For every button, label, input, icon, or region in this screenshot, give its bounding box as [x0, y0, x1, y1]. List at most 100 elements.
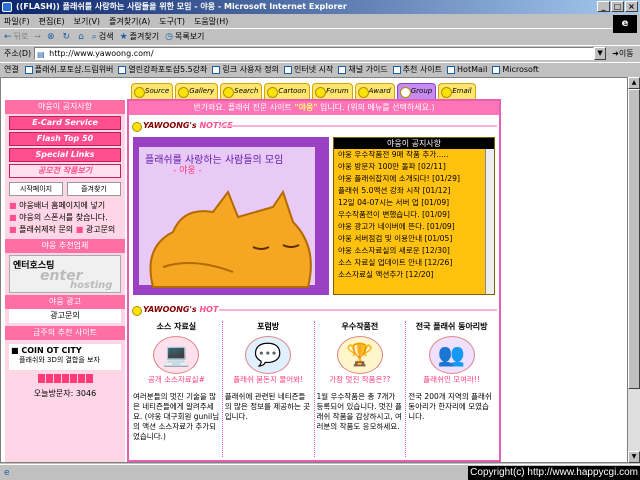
link-page-icon — [284, 65, 292, 74]
address-dropdown[interactable]: ▼ — [594, 47, 607, 60]
add-favorite-button[interactable]: 즐겨찾기 — [67, 182, 121, 196]
sponsor-link[interactable]: ■ 야웅의 스폰서를 찾습니다. — [5, 212, 125, 224]
hot-grid: 소스 자료실 💻 공개 소스자료실# 여러분들의 멋진 기술을 많은 네티즌들에… — [131, 321, 497, 457]
notice-item[interactable]: 12일 04-07시는 서버 업 [01/09] — [334, 197, 494, 209]
refresh-button[interactable]: ↻ — [63, 32, 73, 42]
menu-favorites[interactable]: 즐겨찾기(A) — [109, 16, 150, 27]
scroll-up-arrow[interactable]: ▲ — [628, 77, 640, 89]
link-item[interactable]: Microsoft — [492, 65, 539, 74]
tab-award[interactable]: Award — [354, 83, 395, 99]
search-button[interactable]: ⌕ 검색 — [92, 31, 114, 42]
hosting-banner[interactable]: 엔터호스팅 enter hosting — [9, 255, 121, 293]
minimize-button[interactable]: _ — [597, 1, 610, 12]
back-button[interactable]: ← 뒤로 — [4, 31, 28, 42]
notice-item[interactable]: 야웅 우수작품전 9매 작품 추가..... — [334, 149, 494, 161]
stop-button[interactable]: ⊗ — [47, 32, 57, 42]
favorites-button[interactable]: ★ 즐겨찾기 — [120, 31, 160, 42]
banner-link[interactable]: ■ 야웅배너 홈페이지에 넣기 — [5, 200, 125, 212]
vertical-scrollbar[interactable]: ▲ ▼ — [628, 77, 640, 463]
notice-scrollbar[interactable] — [485, 149, 494, 294]
window-title: ((FLASH)) 플래쉬를 사랑하는 사람들을 위한 모임 - 야웅 - Mi… — [16, 2, 347, 11]
notice-item[interactable]: 야웅 플래쉬잡지에 소개되다! [01/29] — [334, 173, 494, 185]
scroll-thumb[interactable] — [628, 89, 640, 389]
welcome-banner: 반가와요. 플래쉬 전문 사이트 "야웅" 입니다. (위의 메뉴를 선택하세요… — [129, 101, 499, 115]
tab-email[interactable]: Email — [438, 83, 476, 99]
visitor-count-text: 오늘방문자: 3046 — [33, 389, 97, 398]
tab-gallery[interactable]: Gallery — [175, 83, 219, 99]
bullet-icon: ■ — [9, 213, 20, 222]
notice-item[interactable]: 소스자료실 액션추가 [12/20] — [334, 269, 494, 281]
link-page-icon — [24, 65, 33, 74]
link-item[interactable]: 링크 사용자 정의 — [212, 64, 279, 75]
link-item[interactable]: 열린강좌포토샵5.5강좌 — [118, 64, 207, 75]
home-button[interactable]: ⌂ — [78, 32, 86, 42]
link-page-icon — [338, 65, 347, 74]
links-bar: 연결 플래쉬.포토샵.드림위버 열린강좌포토샵5.5강좌 링크 사용자 정의 인… — [0, 62, 640, 76]
address-input[interactable]: ▤ http://www.yawoong.com/ — [34, 47, 595, 60]
set-homepage-button[interactable]: 시작페이지 — [9, 182, 63, 196]
computer-icon: 💻 — [153, 336, 200, 374]
tab-forum[interactable]: Forum — [312, 83, 353, 99]
menubar: 파일(F) 편집(E) 보기(V) 즐겨찾기(A) 도구(T) 도움말(H) — [0, 14, 640, 28]
flash-top50-button[interactable]: Flash Top 50 — [9, 132, 121, 146]
notice-item[interactable]: 야웅 소스자료실의 새로운 [12/30] — [334, 245, 494, 257]
back-arrow-icon: ← — [4, 31, 12, 42]
menu-file[interactable]: 파일(F) — [4, 16, 30, 27]
right-blank-area — [503, 99, 627, 462]
notice-item[interactable]: 우수작품전이 변했습니다. [01/09] — [334, 209, 494, 221]
ad-inquiry-box[interactable]: 광고문의 — [9, 309, 121, 323]
notice-heading: 야웅이 공지사항 — [5, 100, 125, 114]
tab-cartoon[interactable]: Cartoon — [264, 83, 311, 99]
search-icon: ⌕ — [91, 31, 97, 42]
scroll-down-arrow[interactable]: ▼ — [628, 451, 640, 463]
art-caption-sub: - 야웅 - — [173, 166, 202, 176]
special-links-button[interactable]: Special Links — [9, 148, 121, 162]
link-item[interactable]: HotMail — [447, 65, 487, 74]
menu-tools[interactable]: 도구(T) — [159, 16, 185, 27]
copyright-text: Copyright(c) http://www.happycgi.com — [468, 466, 640, 480]
notice-item[interactable]: 야웅 방문자 100만 돌파 [02/11] — [334, 161, 494, 173]
tab-group[interactable]: Group — [396, 83, 437, 99]
ad-inquiry-link[interactable]: 광고문의 — [86, 225, 115, 234]
close-button[interactable]: × — [625, 1, 638, 12]
contest-button[interactable]: 공모전 작품보기 — [9, 164, 121, 178]
notice-item[interactable]: 야웅 광고가 네이버에 뜬다. [01/09] — [334, 221, 494, 233]
link-item[interactable]: 추천 사이트 — [392, 64, 442, 75]
notice-item[interactable]: 소스 자료실 업데이트 안내 [12/26] — [334, 257, 494, 269]
section-divider — [219, 309, 497, 311]
link-item[interactable]: 플래쉬.포토샵.드림위버 — [24, 64, 113, 75]
bullet-icon: ■ — [11, 346, 22, 355]
hot-forum[interactable]: 포럼방 💬 플래쉬 묻돈지 물어봐! 플래쉬에 관련된 네티즌들의 많은 정보를… — [223, 321, 315, 457]
link-item[interactable]: 채널 가이드 — [338, 64, 388, 75]
notice-item[interactable]: 플래쉬 5.0액션 강좌 시작 [01/12] — [334, 185, 494, 197]
go-button[interactable]: ➜ 이동 — [612, 48, 633, 59]
tab-source[interactable]: Source — [131, 83, 174, 99]
address-bar: 주소(D) ▤ http://www.yawoong.com/ ▼ ➜ 이동 — [0, 45, 640, 61]
hot-award[interactable]: 우수작품전 🏆 가장 멋진 작품은?? 1월 우수작품은 총 7개가 등록되어 … — [315, 321, 407, 457]
forum-icon: 💬 — [245, 336, 292, 374]
section-divider — [219, 125, 497, 127]
art-caption: 플래쉬를 사랑하는 사람들의 모임 — [145, 155, 284, 166]
hot-source[interactable]: 소스 자료실 💻 공개 소스자료실# 여러분들의 멋진 기술을 많은 네티즌들에… — [131, 321, 223, 457]
link-item[interactable]: 인터넷 시작 — [284, 64, 333, 75]
maximize-button[interactable]: □ — [611, 1, 624, 12]
hot-club[interactable]: 전국 플래쉬 동아리방 👥 플래쉬인 모여라!! 전국 200개 지역의 플래쉬… — [406, 321, 497, 457]
partner-heading: 야웅 추천업체 — [5, 239, 125, 253]
page-icon: ▤ — [37, 50, 45, 59]
link-page-icon — [212, 65, 221, 74]
history-button[interactable]: ◷ 목록보기 — [165, 31, 204, 42]
tab-search[interactable]: Search — [220, 83, 263, 99]
link-page-icon — [118, 65, 127, 74]
menu-view[interactable]: 보기(V) — [74, 16, 100, 27]
hot-section-title: YAWOONG's HOT — [131, 303, 218, 317]
recommended-site[interactable]: ■ COIN OT CITY 플래쉬와 3D의 결합을 보자 — [9, 344, 121, 370]
flash-inquiry-link[interactable]: 플래쉬제작 문의 — [19, 225, 73, 234]
ecard-button[interactable]: E-Card Service — [9, 116, 121, 130]
forward-button[interactable]: → — [34, 32, 41, 41]
menu-edit[interactable]: 편집(E) — [39, 16, 65, 27]
toolbar: ← 뒤로 → ⊗ ↻ ⌂ ⌕ 검색 ★ 즐겨찾기 ◷ 목록보기 — [0, 28, 612, 44]
notice-item[interactable]: 야웅 서버점검 및 이용안내 [01/05] — [334, 233, 494, 245]
menu-help[interactable]: 도움말(H) — [194, 16, 228, 27]
stop-icon: ⊗ — [46, 31, 55, 42]
bullet-icon: ■ — [75, 225, 86, 234]
